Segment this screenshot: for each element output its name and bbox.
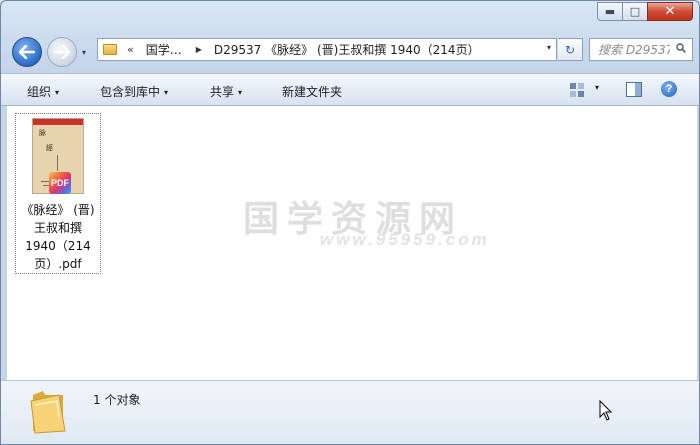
back-button[interactable] xyxy=(12,37,42,67)
breadcrumb-overflow[interactable]: « xyxy=(127,43,134,56)
file-name-line: 《脉经》 (晋) xyxy=(21,203,95,217)
breadcrumb-chevron-icon[interactable]: ▶ xyxy=(196,45,202,54)
thumb-text-2: 經 xyxy=(46,144,53,152)
organize-label: 组织 xyxy=(27,85,52,99)
back-arrow-icon xyxy=(19,45,35,59)
refresh-button[interactable]: ↻ xyxy=(558,38,583,61)
views-icon[interactable] xyxy=(570,83,584,97)
explorer-window: ▬ □ ✕ ▾ « 国学… ▶ D29537 《脉经》 (晋)王叔和撰 1940… xyxy=(0,0,700,445)
pdf-file-icon: PDF xyxy=(49,172,71,194)
share-menu[interactable]: 共享 ▾ xyxy=(210,83,242,100)
chevron-down-icon: ▾ xyxy=(164,88,169,97)
organize-menu[interactable]: 组织 ▾ xyxy=(27,83,59,100)
address-dropdown[interactable]: ▾ xyxy=(547,43,551,52)
preview-pane-icon[interactable] xyxy=(626,82,642,97)
caption-buttons: ▬ □ ✕ xyxy=(597,2,693,22)
forward-arrow-icon xyxy=(54,45,70,59)
share-label: 共享 xyxy=(210,85,235,99)
thumb-header-stripe xyxy=(33,119,83,125)
address-bar[interactable]: « 国学… ▶ D29537 《脉经》 (晋)王叔和撰 1940（214页） ▾ xyxy=(97,38,557,61)
maximize-button[interactable]: □ xyxy=(622,2,648,21)
new-folder-button[interactable]: 新建文件夹 xyxy=(282,83,342,100)
file-list[interactable]: 国学资源网 www.95959.com 脉 經 PDF 《脉经》 (晋) 王叔和… xyxy=(6,106,698,380)
command-bar: 组织 ▾ 包含到库中 ▾ 共享 ▾ 新建文件夹 ▾ ? xyxy=(1,73,699,106)
thumb-text-1: 脉 xyxy=(39,129,46,137)
folder-icon xyxy=(30,391,66,434)
folder-icon xyxy=(103,44,117,55)
details-pane: 1 个对象 xyxy=(1,380,699,444)
search-input[interactable]: 搜索 D29537 《脉经》(晋)王叔和撰 1940（214页） xyxy=(598,41,670,58)
forward-button[interactable] xyxy=(47,37,77,67)
file-name-line: 王叔和撰 xyxy=(33,221,82,235)
item-count: 1 个对象 xyxy=(93,393,141,407)
file-item[interactable]: 脉 經 PDF 《脉经》 (晋) 王叔和撰 1940（214 页）.pdf xyxy=(15,113,101,274)
file-name-line: 1940（214 xyxy=(25,239,91,253)
minimize-button[interactable]: ▬ xyxy=(597,2,623,21)
mouse-cursor-icon xyxy=(599,400,613,421)
breadcrumb-item-current[interactable]: D29537 《脉经》 (晋)王叔和撰 1940（214页） xyxy=(214,41,480,58)
include-in-library-menu[interactable]: 包含到库中 ▾ xyxy=(100,83,168,100)
file-name-line: 页）.pdf xyxy=(34,257,82,271)
search-box[interactable]: 搜索 D29537 《脉经》(晋)王叔和撰 1940（214页） xyxy=(589,38,693,61)
views-dropdown[interactable]: ▾ xyxy=(595,83,599,92)
close-button[interactable]: ✕ xyxy=(647,2,693,21)
chevron-down-icon: ▾ xyxy=(238,88,243,97)
breadcrumb-item-parent[interactable]: 国学… xyxy=(146,41,182,58)
watermark-url: www.95959.com xyxy=(320,230,490,249)
help-icon[interactable]: ? xyxy=(661,81,677,97)
recent-pages-dropdown[interactable]: ▾ xyxy=(82,48,86,57)
search-icon[interactable] xyxy=(676,43,686,53)
file-name: 《脉经》 (晋) 王叔和撰 1940（214 页）.pdf xyxy=(16,201,100,273)
thumb-line xyxy=(57,155,58,171)
include-in-library-label: 包含到库中 xyxy=(100,85,161,99)
chevron-down-icon: ▾ xyxy=(55,88,60,97)
